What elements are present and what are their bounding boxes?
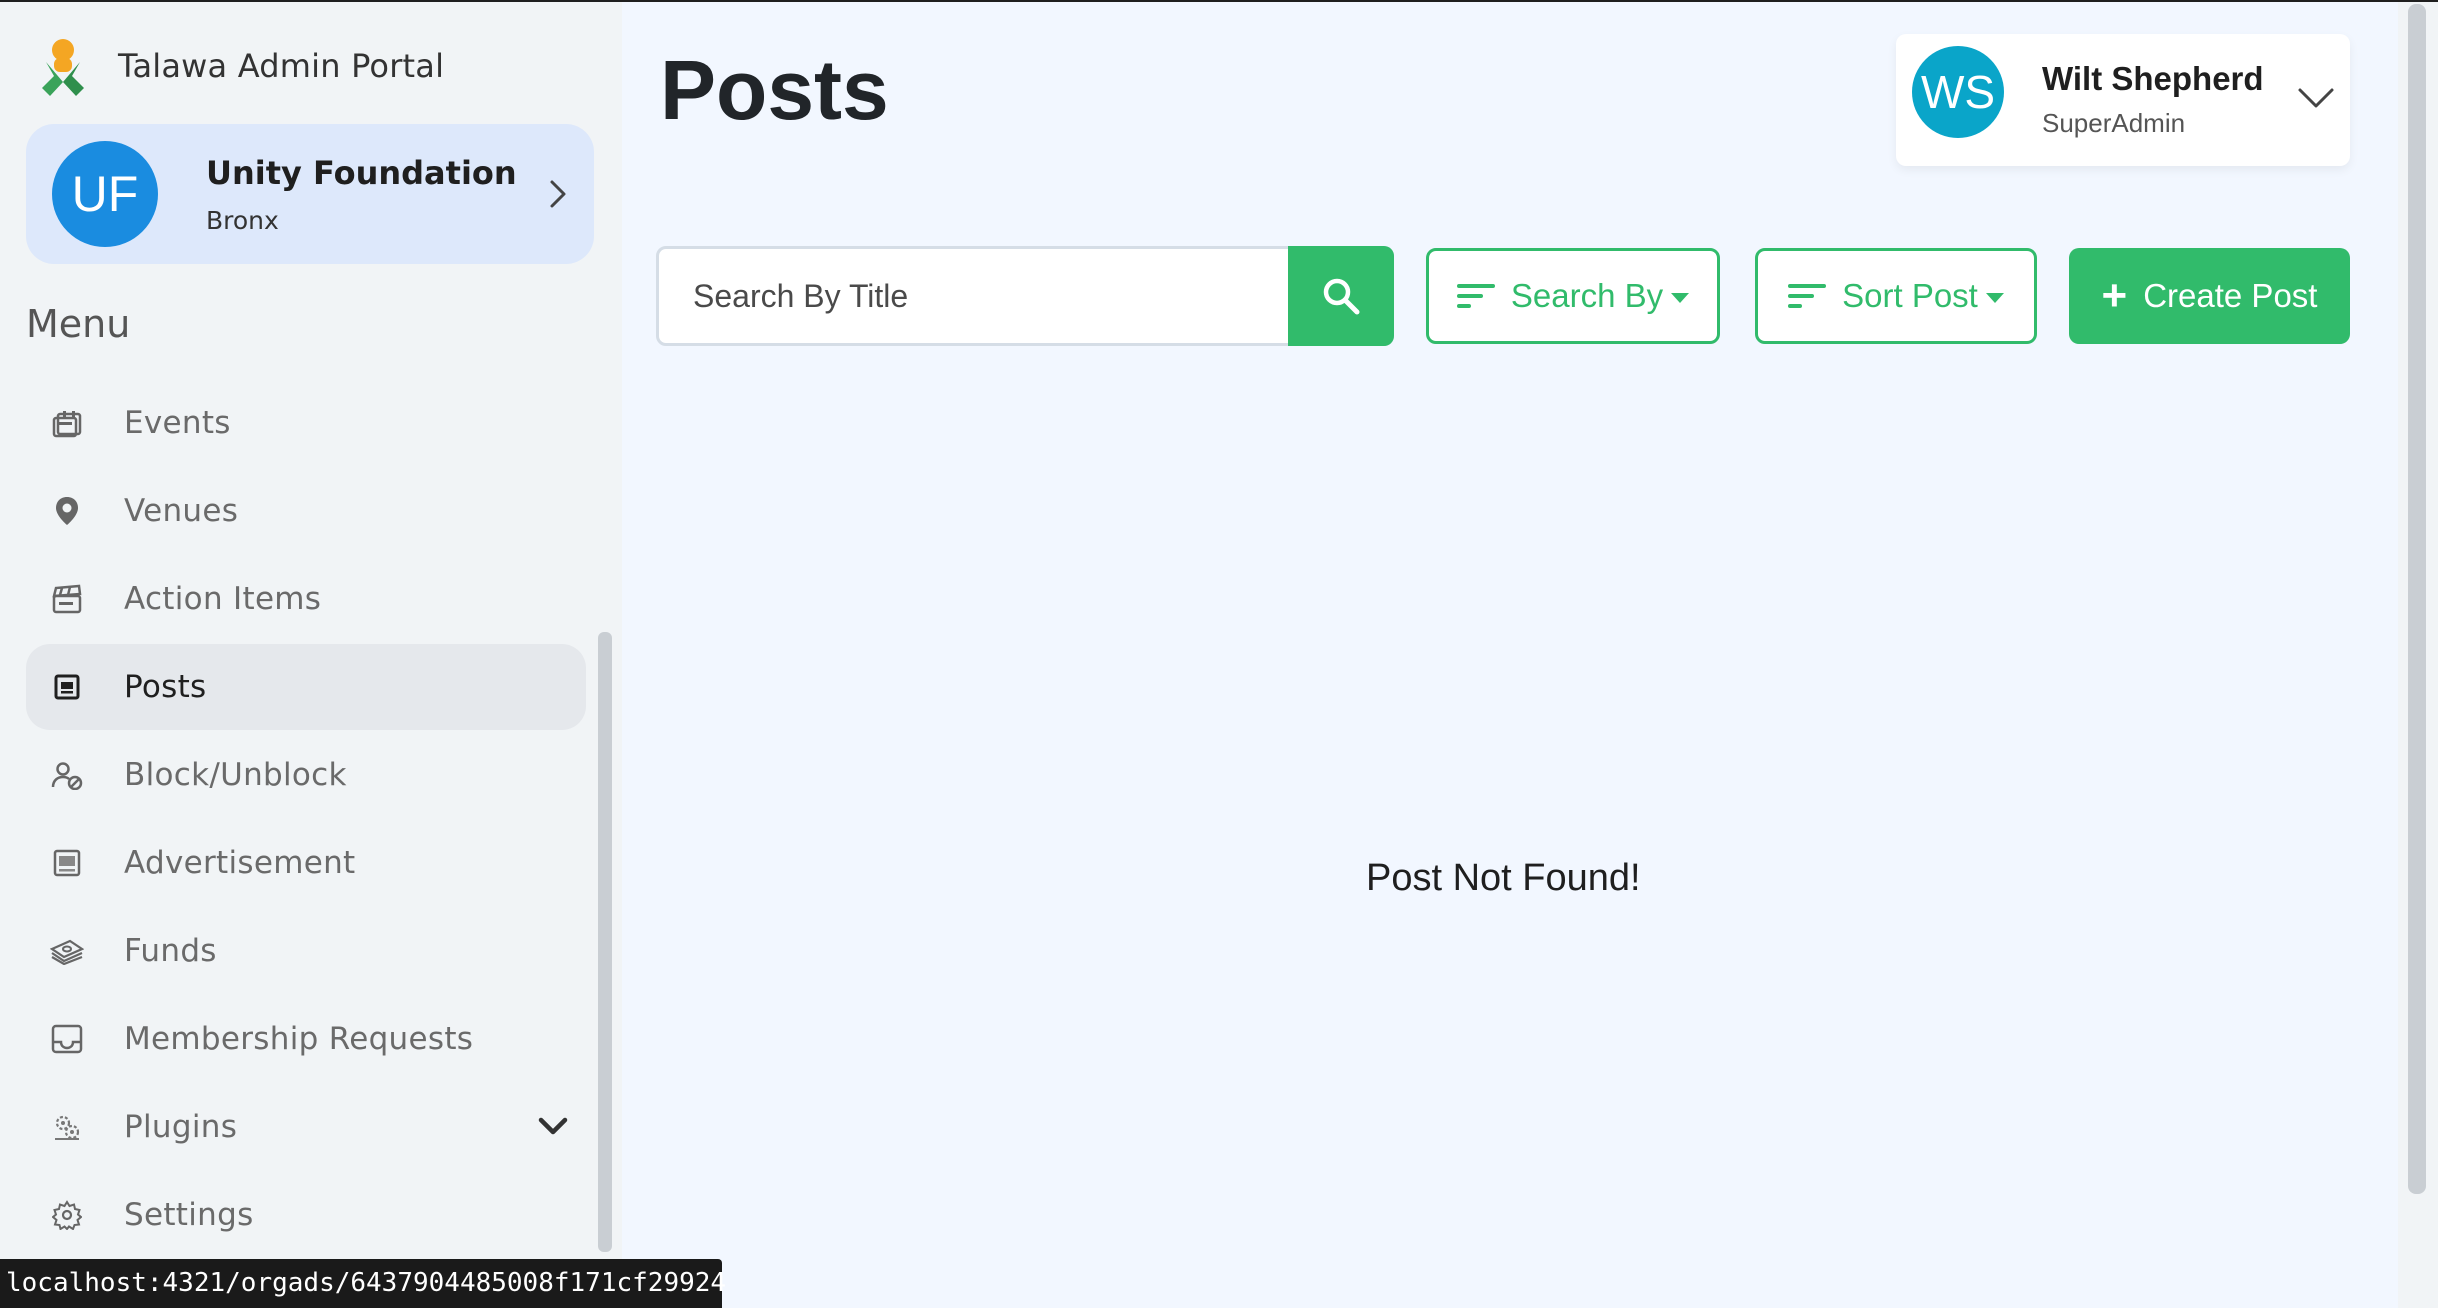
caret-down-icon — [1671, 293, 1690, 303]
sidebar-item-label: Posts — [124, 669, 207, 705]
menu-title: Menu — [26, 302, 131, 346]
organization-city: Bronx — [206, 205, 279, 235]
page-title: Posts — [660, 43, 889, 137]
sidebar-item-venues[interactable]: Venues — [26, 468, 586, 554]
block-user-icon — [50, 758, 84, 792]
status-bar-url: localhost:4321/orgads/6437904485008f171c… — [0, 1259, 726, 1308]
sidebar: Talawa Admin Portal UF Unity Foundation … — [0, 2, 622, 1308]
sidebar-nav: Events Venues Action Items Posts Block/U… — [26, 380, 586, 1260]
sidebar-item-label: Venues — [124, 493, 239, 529]
sidebar-item-funds[interactable]: Funds — [26, 908, 586, 994]
chevron-down-icon[interactable] — [536, 1115, 570, 1139]
search-input[interactable] — [659, 249, 1289, 343]
talawa-logo-icon — [42, 39, 84, 96]
organization-card[interactable]: UF Unity Foundation Bronx — [26, 124, 594, 264]
create-post-label: Create Post — [2143, 277, 2318, 314]
sidebar-item-posts[interactable]: Posts — [26, 644, 586, 730]
sidebar-item-label: Advertisement — [124, 845, 356, 881]
advertisement-icon — [50, 846, 84, 880]
sidebar-item-label: Events — [124, 405, 231, 441]
sidebar-item-label: Membership Requests — [124, 1021, 474, 1057]
organization-info: Unity Foundation Bronx — [206, 154, 517, 235]
inbox-icon — [50, 1022, 84, 1056]
user-profile-dropdown[interactable]: WS Wilt Shepherd SuperAdmin — [1896, 34, 2350, 166]
sidebar-item-label: Action Items — [124, 581, 322, 617]
sort-post-label: Sort Post — [1842, 277, 1978, 314]
organization-name: Unity Foundation — [206, 153, 517, 192]
sidebar-item-events[interactable]: Events — [26, 380, 586, 466]
sidebar-item-action-items[interactable]: Action Items — [26, 556, 586, 642]
sort-lines-icon — [1788, 284, 1827, 308]
search-by-label: Search By — [1510, 277, 1664, 314]
search-button[interactable] — [1288, 246, 1394, 346]
sidebar-item-membership-requests[interactable]: Membership Requests — [26, 996, 586, 1082]
main-scrollbar[interactable] — [2408, 4, 2426, 1194]
location-pin-icon — [50, 494, 84, 528]
plus-icon: + — [2101, 271, 2128, 320]
sidebar-item-advertisement[interactable]: Advertisement — [26, 820, 586, 906]
user-avatar: WS — [1912, 46, 2004, 138]
sidebar-item-block-unblock[interactable]: Block/Unblock — [26, 732, 586, 818]
plugin-icon — [50, 1110, 84, 1144]
sidebar-scrollbar[interactable] — [598, 632, 612, 1252]
sidebar-item-label: Block/Unblock — [124, 757, 347, 793]
sort-lines-icon — [1456, 284, 1495, 308]
sort-post-dropdown[interactable]: Sort Post — [1755, 248, 2037, 344]
money-stack-icon — [50, 934, 84, 968]
user-role: SuperAdmin — [2042, 108, 2186, 138]
caret-down-icon — [1985, 293, 2004, 303]
search-bar — [656, 246, 1394, 346]
sidebar-item-label: Funds — [124, 933, 217, 969]
sidebar-item-label: Settings — [124, 1197, 254, 1233]
sidebar-item-label: Plugins — [124, 1109, 238, 1145]
search-icon — [1323, 278, 1360, 315]
empty-state-message: Post Not Found! — [1366, 857, 1641, 899]
post-icon — [50, 670, 84, 704]
search-by-dropdown[interactable]: Search By — [1426, 248, 1720, 344]
chevron-down-icon — [2298, 88, 2334, 108]
calendar-icon — [50, 406, 84, 440]
clapperboard-icon — [50, 582, 84, 616]
sidebar-item-settings[interactable]: Settings — [26, 1172, 586, 1258]
chevron-right-icon — [550, 180, 566, 208]
brand: Talawa Admin Portal — [40, 36, 444, 96]
sidebar-item-plugins[interactable]: Plugins — [26, 1084, 586, 1170]
brand-name: Talawa Admin Portal — [118, 47, 445, 85]
organization-avatar: UF — [52, 141, 158, 247]
create-post-button[interactable]: + Create Post — [2069, 248, 2350, 344]
gear-icon — [50, 1198, 84, 1232]
user-name: Wilt Shepherd — [2042, 60, 2264, 97]
